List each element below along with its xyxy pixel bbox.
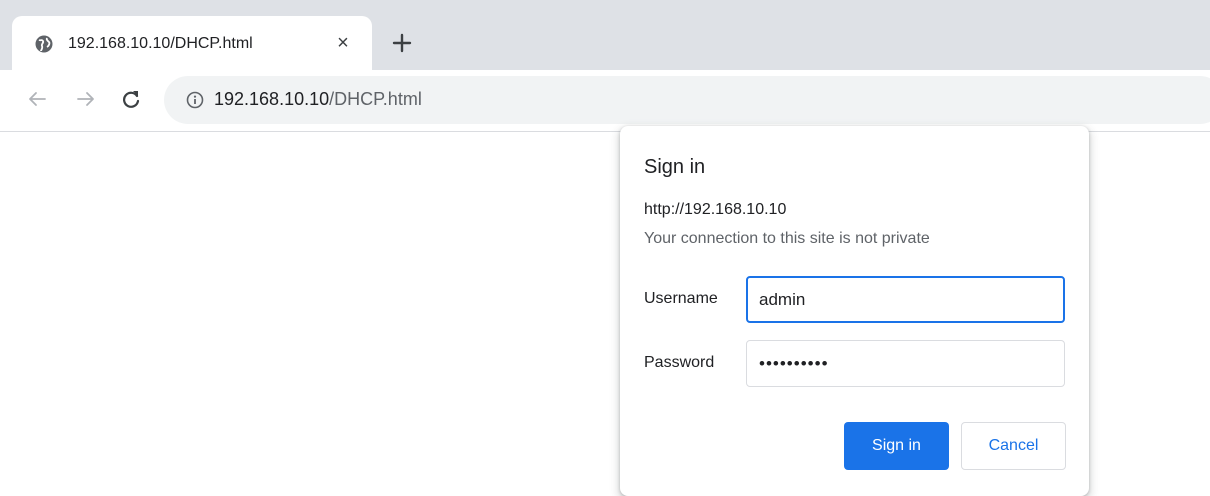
password-input[interactable] <box>746 340 1065 387</box>
tab-title: 192.168.10.10/DHCP.html <box>68 35 253 52</box>
connection-warning: Your connection to this site is not priv… <box>644 230 930 247</box>
sign-in-button[interactable]: Sign in <box>844 422 949 470</box>
dialog-origin: http://192.168.10.10 <box>644 201 787 218</box>
address-bar[interactable]: 192.168.10.10/DHCP.html <box>164 76 1210 124</box>
arrow-left-icon[interactable] <box>26 88 48 110</box>
arrow-right-icon[interactable] <box>75 88 97 110</box>
url-host: 192.168.10.10 <box>214 89 330 109</box>
tab-strip: 192.168.10.10/DHCP.html × <box>0 0 1210 70</box>
dialog-title: Sign in <box>644 156 706 178</box>
cancel-button[interactable]: Cancel <box>961 422 1066 470</box>
username-label: Username <box>644 290 718 307</box>
info-icon[interactable] <box>186 91 204 109</box>
tab-close-icon[interactable]: × <box>332 32 354 54</box>
url-path: /DHCP.html <box>329 89 422 109</box>
password-label: Password <box>644 354 715 371</box>
globe-icon <box>35 35 53 53</box>
sign-in-dialog: Sign in http://192.168.10.10 Your connec… <box>620 126 1089 496</box>
browser-tab[interactable]: 192.168.10.10/DHCP.html × <box>12 16 372 70</box>
reload-icon[interactable] <box>120 88 142 110</box>
username-input[interactable] <box>746 276 1065 323</box>
plus-icon[interactable] <box>390 31 414 55</box>
url-text: 192.168.10.10/DHCP.html <box>214 89 422 110</box>
browser-toolbar: 192.168.10.10/DHCP.html <box>0 70 1210 132</box>
